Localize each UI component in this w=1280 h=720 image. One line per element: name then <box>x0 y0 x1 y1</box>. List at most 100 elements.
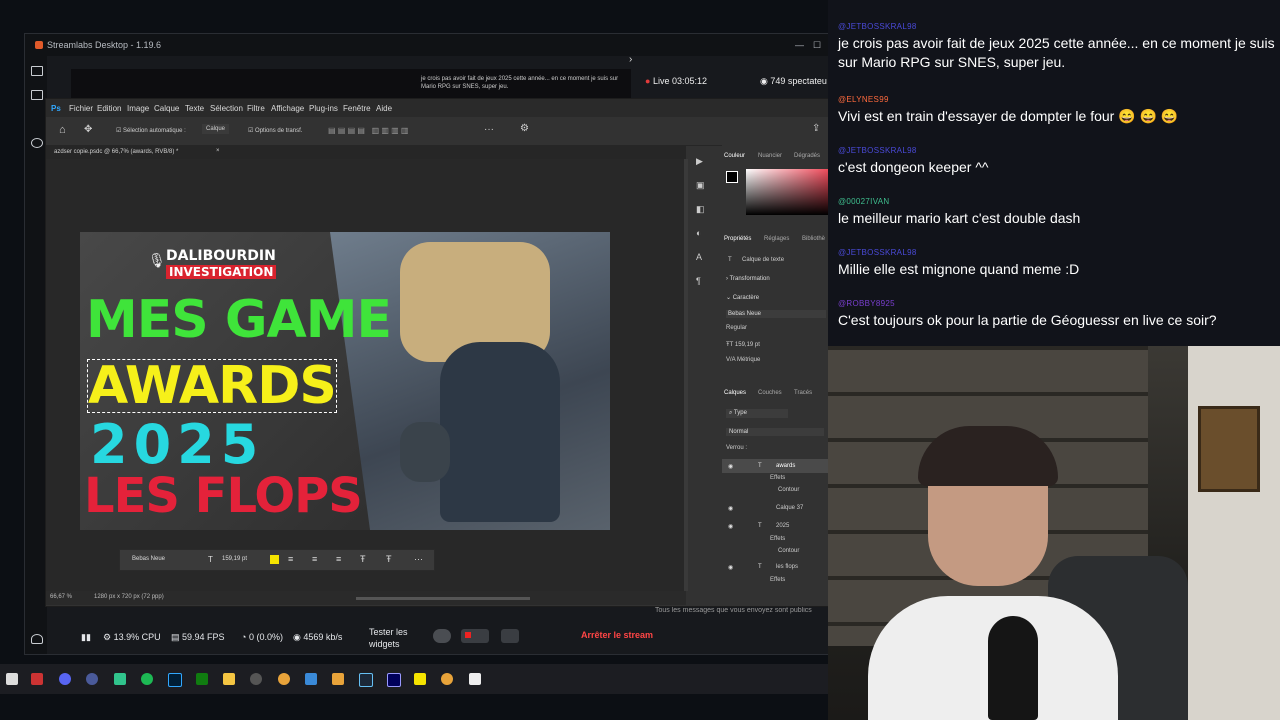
menu-fichier[interactable]: Fichier <box>69 104 93 113</box>
menu-selection[interactable]: Sélection <box>210 104 243 113</box>
menu-texte[interactable]: Texte <box>185 104 204 113</box>
font-style-field[interactable]: Regular <box>726 325 747 331</box>
chrome-icon[interactable] <box>278 673 290 685</box>
layer-contour[interactable]: Contour <box>778 548 799 554</box>
app-icon[interactable] <box>31 673 43 685</box>
ctx-font-size[interactable]: 159,19 pt <box>222 556 247 562</box>
more-icon[interactable]: ··· <box>484 124 494 135</box>
gear-icon[interactable]: ⚙ <box>520 123 529 134</box>
visibility-eye-icon[interactable]: ◉ <box>728 463 733 470</box>
horizontal-scrollbar[interactable] <box>356 597 530 600</box>
app-icon[interactable] <box>414 673 426 685</box>
menu-filtre[interactable]: Filtre <box>247 104 265 113</box>
home-icon[interactable]: ⌂ <box>59 124 66 136</box>
menu-fenetre[interactable]: Fenêtre <box>343 104 371 113</box>
steam-icon[interactable] <box>359 673 373 687</box>
premiere-icon[interactable] <box>387 673 401 687</box>
layer-effects[interactable]: Effets <box>770 475 785 481</box>
test-widgets-button[interactable]: Tester les widgets <box>369 626 425 650</box>
layout-icon[interactable] <box>31 90 43 100</box>
visibility-eye-icon[interactable]: ◉ <box>728 564 733 571</box>
tab-proprietes[interactable]: Propriétés <box>724 236 751 242</box>
align-icons[interactable]: ▤ ▤ ▤ ▤ ▥ ▥ ▥ ▥ <box>328 126 408 135</box>
panel-toggle-icons[interactable]: ▶ ▣ ◧ ◐ A ¶ <box>696 149 718 293</box>
app-icon[interactable] <box>469 673 481 685</box>
layer-effects[interactable]: Effets <box>770 577 785 583</box>
spotify-icon[interactable] <box>141 673 153 685</box>
streamlabs-icon[interactable] <box>114 673 126 685</box>
share-icon[interactable]: ⇪ <box>812 123 820 134</box>
menu-plugins[interactable]: Plug-ins <box>309 104 338 113</box>
ctx-font-family[interactable]: Bebas Neue <box>132 556 165 562</box>
font-size-field[interactable]: ŦT 159,19 pt <box>726 342 760 348</box>
discord-icon[interactable] <box>59 673 71 685</box>
document-tab[interactable]: azdser copie.psdc @ 66,7% (awards, RVB/8… <box>54 149 178 155</box>
expand-chevron-icon[interactable]: › <box>629 54 632 65</box>
visibility-eye-icon[interactable]: ◉ <box>728 505 733 512</box>
minimize-icon[interactable]: — <box>795 40 804 50</box>
settings-icon[interactable] <box>31 138 43 148</box>
more-options-icon[interactable]: ··· <box>414 554 423 564</box>
character-panel-icon[interactable]: Ŧ <box>386 554 392 564</box>
blend-mode-select[interactable]: Normal <box>726 428 824 436</box>
tab-degrades[interactable]: Dégradés <box>794 153 820 159</box>
profile-icon[interactable] <box>31 634 43 644</box>
font-family-field[interactable]: Bebas Neue <box>726 310 826 318</box>
xbox-icon[interactable] <box>196 673 208 685</box>
text-color-swatch[interactable] <box>270 555 279 564</box>
tab-reglages[interactable]: Réglages <box>764 236 789 242</box>
stop-stream-button[interactable]: Arrêter le stream <box>581 630 653 640</box>
app-icon[interactable] <box>305 673 317 685</box>
align-right-icon[interactable]: ≡ <box>336 554 341 564</box>
auto-select-checkbox[interactable]: ☑ Sélection automatique : <box>116 127 186 134</box>
layer-contour[interactable]: Contour <box>778 487 799 493</box>
menu-calque[interactable]: Calque <box>154 104 179 113</box>
tab-couches[interactable]: Couches <box>758 390 782 396</box>
folder-icon[interactable] <box>223 673 235 685</box>
vertical-scrollbar[interactable] <box>684 159 688 591</box>
visibility-eye-icon[interactable]: ◉ <box>728 523 733 530</box>
zoom-level[interactable]: 66,67 % <box>50 594 72 600</box>
app-icon[interactable] <box>86 673 98 685</box>
editor-icon[interactable] <box>31 66 43 76</box>
kerning-field[interactable]: V/A Métrique <box>726 357 760 363</box>
tab-nuancier[interactable]: Nuancier <box>758 153 782 159</box>
menu-edition[interactable]: Edition <box>97 104 121 113</box>
record-toggle[interactable] <box>433 629 451 643</box>
thumb-line2[interactable]: AWARDS <box>87 359 337 413</box>
start-icon[interactable] <box>6 673 18 685</box>
filter-type-select[interactable]: ⌕ Type <box>726 409 788 418</box>
app-icon[interactable] <box>332 673 344 685</box>
layer-2025[interactable]: 2025 <box>776 523 789 529</box>
align-center-icon[interactable]: ≡ <box>312 554 317 564</box>
calque-select[interactable]: Calque <box>202 124 230 134</box>
align-left-icon[interactable]: ≡ <box>288 554 293 564</box>
thumbnail-artwork[interactable]: 🎙 DALIBOURDIN INVESTIGATION MES GAME AWA… <box>80 232 610 530</box>
photoshop-icon[interactable] <box>168 673 182 687</box>
move-tool-icon[interactable]: ✥ <box>84 124 92 135</box>
menu-image[interactable]: Image <box>127 104 149 113</box>
foreground-swatch[interactable] <box>726 171 738 183</box>
transform-checkbox[interactable]: ☑ Options de transf. <box>248 127 302 134</box>
layer-les-flops[interactable]: les flops <box>776 564 798 570</box>
clip-button[interactable] <box>501 629 519 643</box>
app-icon[interactable] <box>250 673 262 685</box>
menu-aide[interactable]: Aide <box>376 104 392 113</box>
caractere-section[interactable]: ⌄ Caractère <box>726 294 759 301</box>
color-picker[interactable] <box>746 169 829 215</box>
tab-bibliotheque[interactable]: Bibliothè <box>802 236 825 242</box>
replay-button[interactable] <box>461 629 489 643</box>
close-tab-icon[interactable]: × <box>216 148 220 154</box>
tab-couleur[interactable]: Couleur <box>724 153 745 159</box>
tab-traces[interactable]: Tracés <box>794 390 812 396</box>
warp-text-icon[interactable]: Ŧ <box>360 554 366 564</box>
layer-awards[interactable]: awards <box>776 463 795 469</box>
stats-icon[interactable]: ▮▮ <box>81 632 91 643</box>
tab-calques[interactable]: Calques <box>724 390 746 396</box>
chrome-icon[interactable] <box>441 673 453 685</box>
transformation-section[interactable]: › Transformation <box>726 276 770 282</box>
maximize-icon[interactable]: ☐ <box>813 40 821 51</box>
layer-effects[interactable]: Effets <box>770 536 785 542</box>
menu-affichage[interactable]: Affichage <box>271 104 304 113</box>
layer-calque-37[interactable]: Calque 37 <box>776 505 803 511</box>
